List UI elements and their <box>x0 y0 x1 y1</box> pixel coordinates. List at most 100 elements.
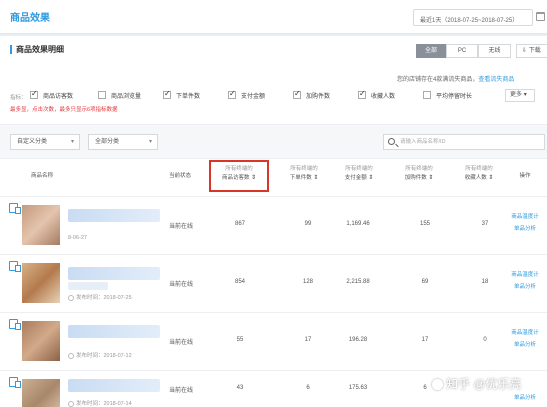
search-input[interactable]: 请输入商品名称/ID <box>383 134 545 150</box>
column-sublabel: 所有终端的 <box>290 166 318 172</box>
item-analysis-link[interactable]: 单品分析 <box>503 282 547 290</box>
date-range-picker[interactable]: 最近1天（2018-07-25~2018-07-25） <box>413 9 533 26</box>
visitors-cell: 854 <box>234 279 245 285</box>
col-orders[interactable]: 所有终端的 下单件数 ⇕ <box>278 165 330 183</box>
sort-icon[interactable]: ⇕ <box>368 175 373 181</box>
product-thumbnail[interactable] <box>22 205 60 245</box>
cart-cell: 69 <box>421 279 429 285</box>
product-name-blurred[interactable] <box>68 379 160 392</box>
chevron-down-icon: ▾ <box>148 139 152 145</box>
metric-cart[interactable]: 加购件数 <box>293 89 331 103</box>
table-row: 8-06-27 当前在线 867 99 1,169.46 155 37 商品温度… <box>0 196 547 254</box>
metric-visitors[interactable]: 商品访客数 <box>30 89 73 103</box>
filter-bar: 自定义分类 ▾ 全部分类 ▾ 请输入商品名称/ID <box>0 124 547 159</box>
more-metrics-button[interactable]: 更多 ▾ <box>505 89 535 102</box>
metric-label: 支付金额 <box>241 94 266 100</box>
checkbox[interactable] <box>358 89 366 100</box>
publish-text: 发布时间：2018-07-14 <box>76 401 132 407</box>
product-thermometer-link[interactable]: 商品温度计 <box>503 270 547 278</box>
checkbox[interactable] <box>293 89 301 100</box>
metric-selector: 指标： 商品访客数 商品浏览量 下单件数 支付金额 加购件数 收藏人数 平均停留… <box>10 89 540 103</box>
watermark-text: 知乎 @优乐亮 <box>446 377 522 391</box>
metric-stay-time[interactable]: 平均停留时长 <box>423 91 472 103</box>
all-category-select[interactable]: 全部分类 ▾ <box>88 134 158 150</box>
product-thumbnail[interactable] <box>22 321 60 361</box>
orders-cell: 99 <box>304 221 312 227</box>
tab-pc[interactable]: PC <box>446 44 478 58</box>
orders-cell: 17 <box>304 337 312 343</box>
calendar-icon[interactable] <box>536 12 545 21</box>
item-analysis-link[interactable]: 单品分析 <box>503 393 547 401</box>
clock-icon <box>68 294 74 301</box>
cart-cell: 17 <box>421 337 429 343</box>
metric-orders[interactable]: 下单件数 <box>163 89 201 103</box>
table-row: 发布时间：2018-07-25 当前在线 854 128 2,215.88 69… <box>0 254 547 312</box>
product-name-blurred[interactable] <box>68 325 160 338</box>
limit-note: 您的店铺存在4款满流失商品，查看流失商品 <box>397 74 514 83</box>
limit-note-text: 您的店铺存在4款满流失商品， <box>397 77 479 83</box>
col-favorites[interactable]: 所有终端的 收藏人数 ⇕ <box>453 165 505 183</box>
publish-text: 8-06-27 <box>68 235 87 241</box>
product-thumbnail[interactable] <box>22 263 60 303</box>
payment-cell: 2,215.88 <box>346 279 370 285</box>
checkbox[interactable] <box>423 91 431 100</box>
view-lost-products-link[interactable]: 查看流失商品 <box>478 77 514 83</box>
status-cell: 当前在线 <box>168 224 193 230</box>
metric-payment[interactable]: 支付金额 <box>228 89 266 103</box>
select-value: 自定义分类 <box>17 139 48 145</box>
column-label: 支付金额 <box>344 175 367 181</box>
publish-time: 发布时间：2018-07-25 <box>68 293 132 301</box>
download-label: 下载 <box>528 48 541 54</box>
col-status: 当前状态 <box>160 172 200 181</box>
product-name-blurred[interactable] <box>68 267 160 280</box>
sort-icon[interactable]: ⇕ <box>428 175 433 181</box>
visitors-cell: 43 <box>236 385 244 391</box>
checkbox[interactable] <box>98 91 106 100</box>
page-title: 商品效果 <box>10 13 50 24</box>
search-icon[interactable] <box>388 138 395 145</box>
document-icon[interactable] <box>9 377 21 388</box>
more-label: 更多 <box>510 92 523 98</box>
sort-icon[interactable]: ⇕ <box>488 175 493 181</box>
document-icon[interactable] <box>9 319 21 330</box>
status-cell: 当前在线 <box>168 282 193 288</box>
metric-pageviews[interactable]: 商品浏览量 <box>98 91 141 103</box>
col-payment[interactable]: 所有终端的 支付金额 ⇕ <box>333 165 385 183</box>
checkbox[interactable] <box>30 89 38 100</box>
metric-favorites[interactable]: 收藏人数 <box>358 89 395 103</box>
orders-cell: 6 <box>306 385 310 391</box>
document-icon[interactable] <box>9 261 21 272</box>
download-button[interactable]: ⇩ 下载 <box>516 44 547 58</box>
select-value: 全部分类 <box>95 139 120 145</box>
column-sublabel: 所有终端的 <box>465 166 493 172</box>
item-analysis-link[interactable]: 单品分析 <box>503 224 547 232</box>
col-cart[interactable]: 所有终端的 加购件数 ⇕ <box>393 165 445 183</box>
document-icon[interactable] <box>9 203 21 214</box>
metric-label: 加购件数 <box>306 94 331 100</box>
section-title: 商品效果明细 <box>10 45 64 54</box>
chevron-down-icon: ▾ <box>70 139 74 145</box>
item-analysis-link[interactable]: 单品分析 <box>503 340 547 348</box>
column-label: 操作 <box>519 173 531 179</box>
product-thermometer-link[interactable]: 商品温度计 <box>503 212 547 220</box>
product-name-blurred[interactable] <box>68 209 160 222</box>
custom-category-select[interactable]: 自定义分类 ▾ <box>10 134 80 150</box>
visitors-cell: 55 <box>236 337 244 343</box>
payment-cell: 1,169.46 <box>346 221 370 227</box>
metric-label: 下单件数 <box>176 94 201 100</box>
checkbox[interactable] <box>228 89 236 100</box>
product-name-blurred <box>68 282 108 290</box>
payment-cell: 175.63 <box>348 385 368 391</box>
visitors-cell: 867 <box>234 221 245 227</box>
tab-wireless[interactable]: 无线 <box>478 44 511 58</box>
checkbox[interactable] <box>163 89 171 100</box>
publish-text: 发布时间：2018-07-25 <box>76 295 132 301</box>
product-thermometer-link[interactable]: 商品温度计 <box>503 328 547 336</box>
publish-time: 发布时间：2018-07-14 <box>68 399 132 407</box>
orders-cell: 128 <box>302 279 313 285</box>
sort-icon[interactable]: ⇕ <box>313 175 318 181</box>
tab-all[interactable]: 全部 <box>416 44 446 58</box>
search-placeholder: 请输入商品名称/ID <box>400 139 446 145</box>
product-thumbnail[interactable] <box>22 379 60 407</box>
metric-prefix: 指标： <box>10 95 27 101</box>
